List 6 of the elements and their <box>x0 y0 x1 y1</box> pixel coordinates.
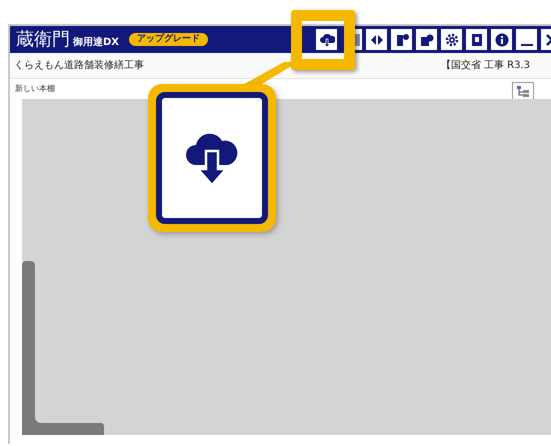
edition-label: 御用達DX <box>73 38 120 48</box>
project-info: 【国交省 工事 R3.3 <box>440 58 530 73</box>
app-logo: 蔵衛門 <box>16 30 70 48</box>
project-name: くらえもん道路舗装修繕工事 <box>14 58 144 73</box>
shelf-label: 新しい本棚 <box>15 83 55 95</box>
upgrade-button[interactable]: アップグレード <box>129 33 208 46</box>
